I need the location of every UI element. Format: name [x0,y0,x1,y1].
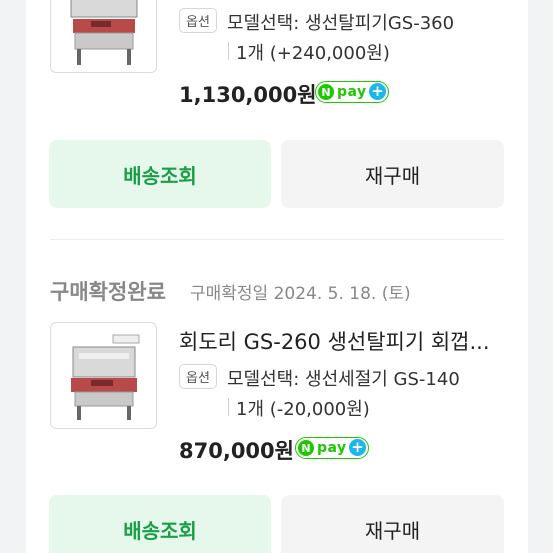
option-badge: 옵션 [179,8,217,33]
naver-pay-icon: N [298,440,314,456]
track-delivery-button[interactable]: 배송조회 [49,140,271,208]
order-status: 구매확정완료 [50,280,166,304]
rebuy-button[interactable]: 재구매 [281,495,504,553]
naver-pay-label: pay [317,440,347,456]
naver-pay-icon: N [318,84,334,100]
naver-pay-label: pay [337,84,367,100]
rebuy-button[interactable]: 재구매 [281,140,504,208]
product-thumbnail[interactable] [50,0,157,73]
order-list-card: 옵션 모델선택: 생선탈피기GS-360 1개 (+240,000원) 1,13… [26,0,528,553]
plus-icon: + [349,439,366,456]
naver-pay-badge: N pay + [315,81,389,103]
order-divider [50,239,504,240]
quantity-divider [228,398,229,416]
order-status-date: 구매확정일 2024. 5. 18. (토) [190,284,411,304]
track-delivery-button[interactable]: 배송조회 [49,495,271,553]
option-badge: 옵션 [179,364,217,389]
product-thumbnail[interactable] [50,322,157,429]
fish-skinning-machine-icon [71,334,140,420]
fish-skinning-machine-icon [70,0,138,65]
product-title[interactable]: 회도리 GS-260 생선탈피기 회껍... [179,326,504,356]
order-price: 1,130,000원 [179,83,317,107]
quantity-text: 1개 (-20,000원) [236,399,370,420]
plus-icon: + [369,83,386,100]
option-text: 모델선택: 생선세절기 GS-140 [227,369,460,390]
order-price: 870,000원 [179,439,294,463]
option-text: 모델선택: 생선탈피기GS-360 [227,13,455,34]
naver-pay-badge: N pay + [295,437,369,459]
quantity-divider [228,42,229,60]
quantity-text: 1개 (+240,000원) [236,43,390,64]
